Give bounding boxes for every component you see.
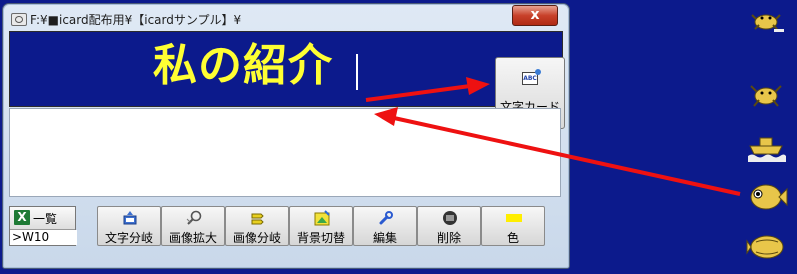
- arrow-head-left: [374, 107, 398, 126]
- arrow-to-text-card: [365, 84, 471, 102]
- arrow-head-right: [466, 77, 490, 95]
- arrow-from-fish: [393, 116, 741, 196]
- annotation-arrows: [365, 77, 741, 196]
